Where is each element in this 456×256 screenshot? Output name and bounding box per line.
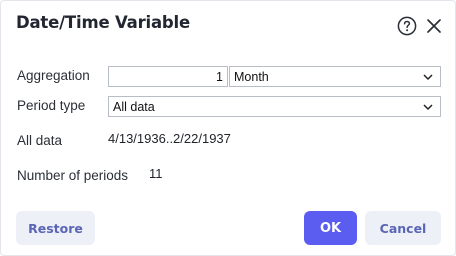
all-data-value: 4/13/1936..2/22/1937 <box>108 131 231 146</box>
aggregation-label: Aggregation <box>17 68 90 83</box>
ok-button[interactable]: OK <box>304 211 357 245</box>
close-icon[interactable] <box>425 17 443 35</box>
period-type-value: All data <box>113 99 155 114</box>
help-icon[interactable] <box>397 16 417 36</box>
aggregation-unit-select[interactable]: Month <box>229 66 441 87</box>
cancel-button[interactable]: Cancel <box>365 211 441 245</box>
all-data-label: All data <box>17 133 63 148</box>
restore-button[interactable]: Restore <box>16 211 95 245</box>
number-of-periods-label: Number of periods <box>17 168 129 183</box>
aggregation-unit-value: Month <box>234 69 269 84</box>
dialog-title: Date/Time Variable <box>16 13 190 32</box>
chevron-down-icon <box>423 103 433 110</box>
aggregation-count-input[interactable] <box>108 66 228 87</box>
number-of-periods-value: 11 <box>149 166 163 181</box>
period-type-select[interactable]: All data <box>108 96 441 117</box>
period-type-label: Period type <box>17 98 86 113</box>
date-time-variable-dialog: Date/Time Variable Aggregation Month Per… <box>0 0 456 256</box>
chevron-down-icon <box>423 73 433 80</box>
